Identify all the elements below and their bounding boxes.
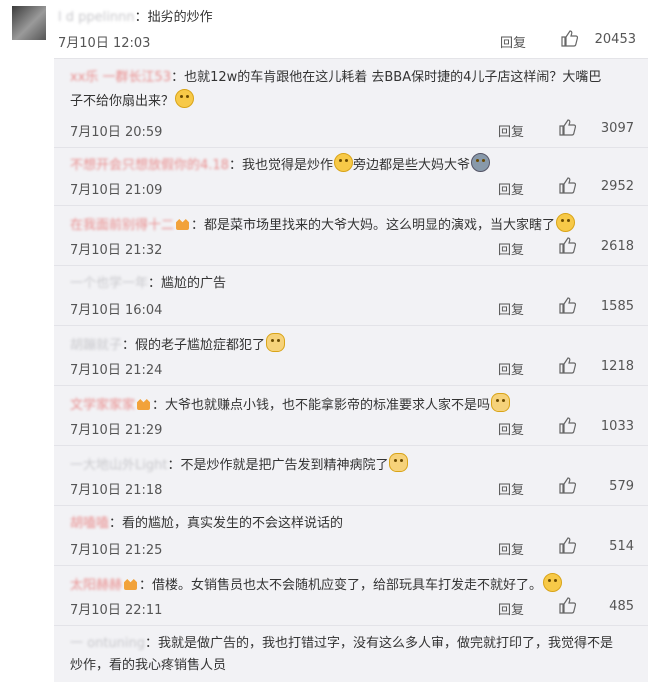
reply-button[interactable]: 回复	[498, 479, 524, 498]
reply-item: 胡嗑嗑：看的尴尬，真实发生的不会这样说话的 7月10日 21:25 回复 514	[54, 513, 648, 565]
reply-item: 胡蹦就子：假的老子尴尬症都犯了 7月10日 21:24 回复 1218	[54, 333, 648, 385]
reply-text: 一个也学一年：尴尬的广告	[70, 273, 226, 295]
reply-button[interactable]: 回复	[498, 359, 524, 378]
comment-time: 7月10日 22:11	[70, 603, 163, 618]
top-comment: l d ppelinnn：拙劣的炒作 7月10日 12:03 回复 20453	[0, 0, 650, 58]
divider	[54, 445, 648, 446]
like-icon[interactable]	[559, 237, 576, 254]
like-icon[interactable]	[561, 30, 578, 47]
reply-text: xx乐 一群长江53：也就12w的车肯跟他在这儿耗着 去BBA保时捷的4儿子店这…	[70, 67, 601, 89]
like-count: 485	[609, 599, 634, 614]
reply-text: 胡嗑嗑：看的尴尬，真实发生的不会这样说话的	[70, 513, 343, 535]
reply-text: 一大地山外Light：不是炒作就是把广告发到精神病院了	[70, 453, 409, 477]
reply-button[interactable]: 回复	[500, 32, 526, 51]
like-count: 3097	[600, 121, 634, 136]
divider	[54, 205, 648, 206]
comment-time: 7月10日 20:59	[70, 125, 163, 140]
like-count: 514	[609, 539, 634, 554]
like-icon[interactable]	[559, 297, 576, 314]
divider	[54, 565, 648, 566]
reply-button[interactable]: 回复	[498, 599, 524, 618]
divider	[54, 625, 648, 626]
like-count: 1218	[600, 359, 634, 374]
reply-text: 太阳赫赫 ：借楼。女销售员也太不会随机应变了，给部玩具车打发走不就好了。	[70, 573, 563, 597]
reply-item: 太阳赫赫 ：借楼。女销售员也太不会随机应变了，给部玩具车打发走不就好了。 7月10…	[54, 573, 648, 625]
like-icon[interactable]	[559, 597, 576, 614]
reply-text: 在我面前别得十二 ：都是菜市场里找来的大爷大妈。这么明显的演戏，当大家瞎了	[70, 213, 576, 237]
username[interactable]: 一大地山外Light	[70, 455, 167, 477]
reply-text: 胡蹦就子：假的老子尴尬症都犯了	[70, 333, 286, 357]
reply-item: 一个也学一年：尴尬的广告 7月10日 16:04 回复 1585	[54, 273, 648, 325]
username[interactable]: 一个也学一年	[70, 273, 148, 295]
username[interactable]: 胡嗑嗑	[70, 513, 109, 535]
username[interactable]: 太阳赫赫	[70, 575, 122, 597]
sleepy-face-icon	[333, 153, 353, 172]
reply-item: 在我面前别得十二 ：都是菜市场里找来的大爷大妈。这么明显的演戏，当大家瞎了 7月1…	[54, 213, 648, 265]
username[interactable]: 不想开会只想放假你的4.18	[70, 155, 229, 177]
vip-badge-icon	[124, 579, 138, 590]
comment-time: 7月10日 21:24	[70, 363, 163, 378]
reply-text: 文学家家家 ：大爷也就赚点小钱，也不能拿影帝的标准要求人家不是吗	[70, 393, 511, 417]
comment-time: 7月10日 21:25	[70, 543, 163, 558]
reply-item: 不想开会只想放假你的4.18：我也觉得是炒作 旁边都是些大妈大爷 7月10日 21…	[54, 153, 648, 205]
like-count: 1585	[600, 299, 634, 314]
username[interactable]: 在我面前别得十二	[70, 215, 174, 237]
comment-time: 7月10日 21:29	[70, 423, 163, 438]
reply-button[interactable]: 回复	[498, 239, 524, 258]
reply-item: xx乐 一群长江53：也就12w的车肯跟他在这儿耗着 去BBA保时捷的4儿子店这…	[54, 67, 648, 147]
like-count: 2618	[600, 239, 634, 254]
avatar[interactable]	[12, 6, 46, 40]
reply-thread: xx乐 一群长江53：也就12w的车肯跟他在这儿耗着 去BBA保时捷的4儿子店这…	[54, 58, 648, 682]
reply-button[interactable]: 回复	[498, 121, 524, 140]
divider	[54, 325, 648, 326]
divider	[54, 385, 648, 386]
reply-text: 一 ontuning：我就是做广告的，我也打错过字，没有这么多人审，做完就打印了…	[70, 633, 613, 655]
comment-time: 7月10日 12:03	[58, 36, 151, 51]
like-icon[interactable]	[559, 177, 576, 194]
top-comment-text: l d ppelinnn：拙劣的炒作	[58, 6, 213, 25]
laughing-face-icon	[556, 213, 576, 232]
vip-badge-icon	[176, 219, 190, 230]
wink-face-icon	[175, 89, 195, 108]
reply-button[interactable]: 回复	[498, 179, 524, 198]
reply-item: 文学家家家 ：大爷也就赚点小钱，也不能拿影帝的标准要求人家不是吗 7月10日 21…	[54, 393, 648, 445]
username[interactable]: l d ppelinnn	[58, 10, 135, 25]
comment-time: 7月10日 21:18	[70, 483, 163, 498]
like-icon[interactable]	[559, 477, 576, 494]
divider	[54, 147, 648, 148]
comment-time: 7月10日 16:04	[70, 303, 163, 318]
username[interactable]: 一 ontuning	[70, 633, 145, 655]
like-icon[interactable]	[559, 357, 576, 374]
like-count: 2952	[600, 179, 634, 194]
username[interactable]: xx乐 一群长江53	[70, 67, 171, 89]
comment-time: 7月10日 21:09	[70, 183, 163, 198]
cat-face-icon	[266, 333, 286, 352]
reply-button[interactable]: 回复	[498, 419, 524, 438]
like-icon[interactable]	[559, 417, 576, 434]
comment-time: 7月10日 21:32	[70, 243, 163, 258]
cat-face-icon	[491, 393, 511, 412]
reply-button[interactable]: 回复	[498, 299, 524, 318]
like-icon[interactable]	[559, 119, 576, 136]
crying-face-icon	[470, 153, 490, 172]
username[interactable]: 文学家家家	[70, 395, 135, 417]
like-count: 579	[609, 479, 634, 494]
like-count: 1033	[600, 419, 634, 434]
divider	[54, 505, 648, 506]
divider	[54, 265, 648, 266]
reply-text: 不想开会只想放假你的4.18：我也觉得是炒作 旁边都是些大妈大爷	[70, 153, 490, 177]
like-icon[interactable]	[559, 537, 576, 554]
vip-badge-icon	[137, 399, 151, 410]
reply-item: 一 ontuning：我就是做广告的，我也打错过字，没有这么多人审，做完就打印了…	[54, 633, 648, 682]
cat-face-icon	[389, 453, 409, 472]
comment-content: ：拙劣的炒作	[134, 10, 213, 25]
like-count: 20453	[594, 32, 636, 47]
username[interactable]: 胡蹦就子	[70, 335, 122, 357]
reply-button[interactable]: 回复	[498, 539, 524, 558]
reply-item: 一大地山外Light：不是炒作就是把广告发到精神病院了 7月10日 21:18 …	[54, 453, 648, 505]
shy-face-icon	[543, 573, 563, 592]
